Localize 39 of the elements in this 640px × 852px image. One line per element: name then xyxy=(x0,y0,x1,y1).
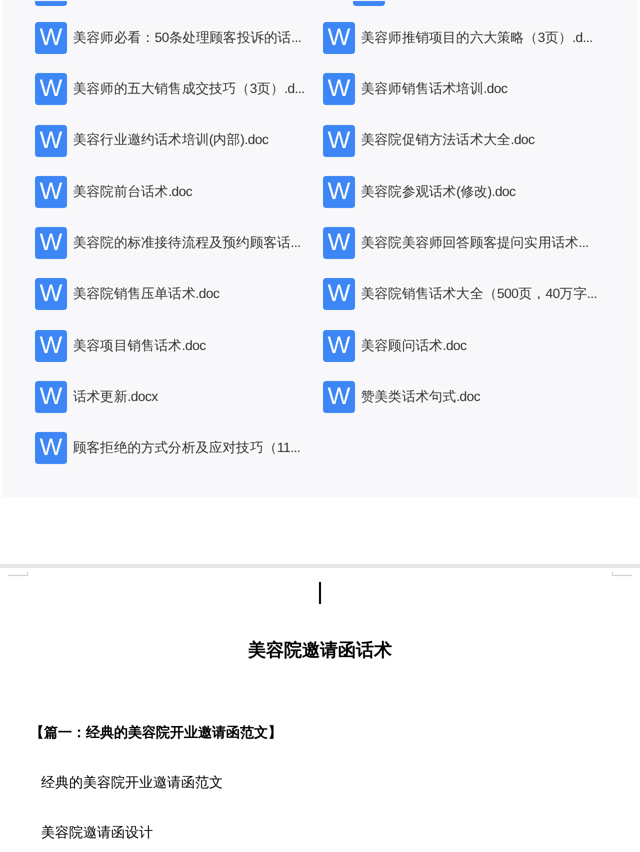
word-file-icon: W xyxy=(323,227,355,260)
file-name[interactable]: 美容院销售压单话术.doc xyxy=(73,284,220,305)
word-file-icon: W xyxy=(323,330,355,362)
word-file-icon: W xyxy=(35,22,67,54)
file-name[interactable]: 美容师必看：50条处理顾客投诉的话... xyxy=(73,28,302,48)
word-file-icon: W xyxy=(323,176,355,208)
word-file-icon: W xyxy=(35,73,67,106)
document-title: 美容院邀请函话术 xyxy=(248,639,392,662)
file-name[interactable]: 顾客拒绝的方式分析及应对技巧（11... xyxy=(73,438,300,458)
paragraph: 美容院邀请函设计 xyxy=(41,824,153,840)
file-name[interactable]: 美容行业邀约话术培训(内部).doc xyxy=(73,130,268,151)
file-name[interactable]: 美容师推销项目的六大策略（3页）.d... xyxy=(361,28,593,48)
file-name[interactable]: 美容师的五大销售成交技巧（3页）.d... xyxy=(73,79,305,100)
file-name[interactable]: 美容项目销售话术.doc xyxy=(73,336,206,356)
file-name[interactable]: 美容顾问话术.doc xyxy=(361,336,467,356)
word-file-icon: W xyxy=(35,278,67,310)
word-file-icon: W xyxy=(35,381,67,414)
file-name[interactable]: 美容师销售话术培训.doc xyxy=(361,79,508,100)
file-name[interactable]: 赞美类话术句式.doc xyxy=(361,386,480,408)
word-file-icon: W xyxy=(323,381,355,414)
word-file-icon: W xyxy=(323,22,355,54)
word-file-icon: W xyxy=(35,227,67,260)
word-file-icon: W xyxy=(35,124,67,157)
word-file-icon: W xyxy=(323,278,355,310)
file-name[interactable]: 美容院销售话术大全（500页，40万字... xyxy=(361,284,597,305)
file-name[interactable]: 话术更新.docx xyxy=(73,386,158,408)
word-file-icon: W xyxy=(35,330,67,362)
word-file-icon: W xyxy=(35,176,67,208)
file-name[interactable]: 美容院促销方法话术大全.doc xyxy=(361,130,535,151)
file-name[interactable]: 美容院的标准接待流程及预约顾客话... xyxy=(73,233,301,254)
file-name[interactable]: 美容院前台话术.doc xyxy=(73,182,192,202)
file-name[interactable]: 美容院美容师回答顾客提问实用话术... xyxy=(361,233,589,254)
text-cursor xyxy=(319,582,321,604)
section-heading: 【篇一：经典的美容院开业邀请函范文】 xyxy=(30,724,282,740)
word-file-icon: W xyxy=(35,432,67,464)
word-file-icon: W xyxy=(323,73,355,106)
word-file-icon: W xyxy=(323,124,355,157)
paragraph: 经典的美容院开业邀请函范文 xyxy=(41,774,223,790)
file-name[interactable]: 美容院参观话术(修改).doc xyxy=(361,182,516,202)
